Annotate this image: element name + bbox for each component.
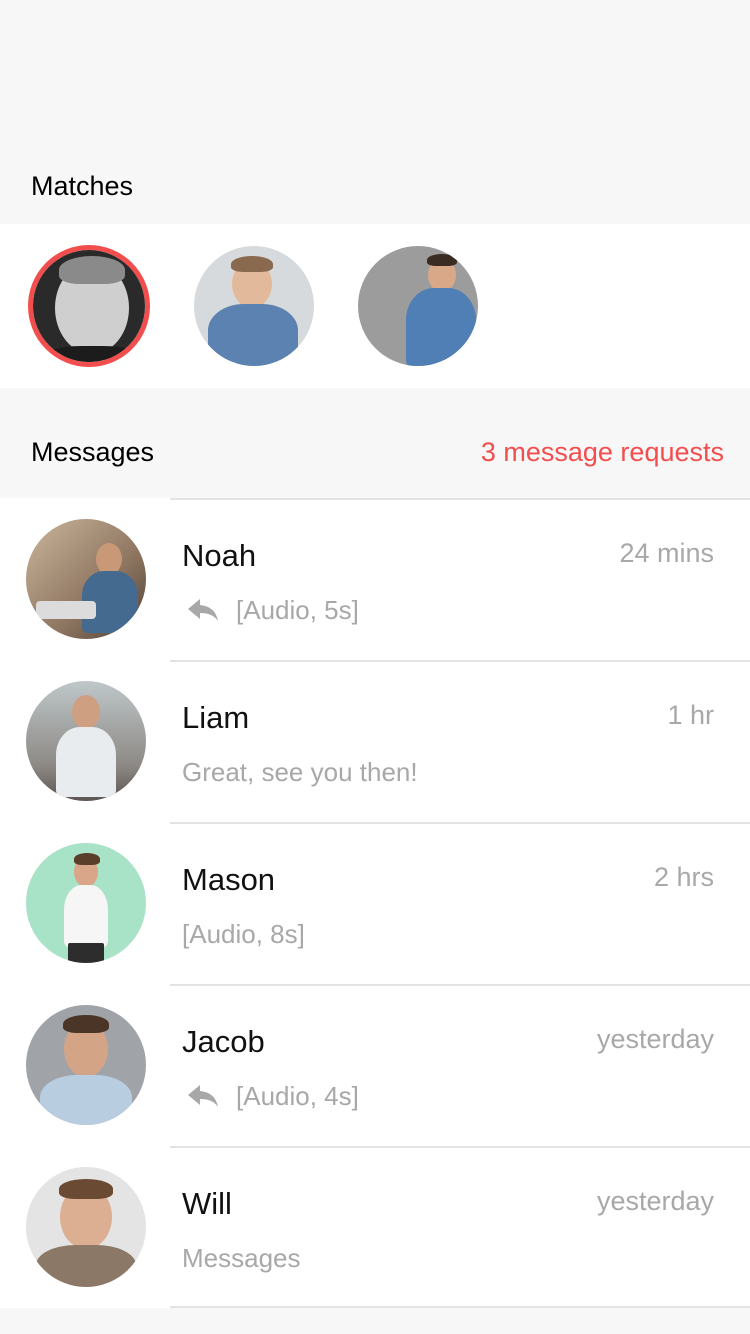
matches-row (0, 224, 750, 388)
match-avatar-3[interactable] (358, 246, 478, 366)
message-preview: [Audio, 5s] (236, 595, 359, 625)
contact-name: Liam (182, 700, 250, 735)
conversation-row[interactable]: Will yesterday Messages (0, 1146, 750, 1308)
message-preview: Great, see you then! (182, 757, 418, 787)
avatar (26, 681, 146, 801)
message-time: yesterday (596, 1024, 714, 1054)
avatar (26, 1005, 146, 1125)
reply-arrow-icon (188, 599, 218, 621)
conversation-row[interactable]: Liam 1 hr Great, see you then! (0, 660, 750, 822)
message-preview: Messages (182, 1243, 301, 1273)
conversation-row[interactable]: Mason 2 hrs [Audio, 8s] (0, 822, 750, 984)
contact-name: Mason (182, 862, 276, 897)
matches-title: Matches (31, 171, 134, 201)
message-requests-link[interactable]: 3 message requests (481, 437, 724, 468)
matches-header: Matches (0, 160, 750, 224)
bottom-spacer (0, 1308, 750, 1334)
conversation-list: Noah 24 mins [Audio, 5s] Liam 1 hr Great… (0, 498, 750, 1308)
message-time: 24 mins (619, 538, 714, 568)
match-avatar-2[interactable] (194, 246, 314, 366)
match-avatar-1[interactable] (28, 245, 150, 367)
status-area (0, 0, 750, 160)
conversation-row[interactable]: Noah 24 mins [Audio, 5s] (0, 498, 750, 660)
avatar (26, 519, 146, 639)
reply-arrow-icon (188, 1085, 218, 1107)
message-preview: [Audio, 8s] (182, 919, 305, 949)
conversation-row[interactable]: Jacob yesterday [Audio, 4s] (0, 984, 750, 1146)
message-time: yesterday (596, 1186, 714, 1216)
avatar (26, 1167, 146, 1287)
message-time: 2 hrs (653, 862, 714, 892)
message-time: 1 hr (667, 700, 714, 730)
avatar (26, 843, 146, 963)
messages-header: Messages 3 message requests (0, 388, 750, 498)
message-preview: [Audio, 4s] (236, 1081, 359, 1111)
messages-title: Messages (31, 436, 155, 467)
